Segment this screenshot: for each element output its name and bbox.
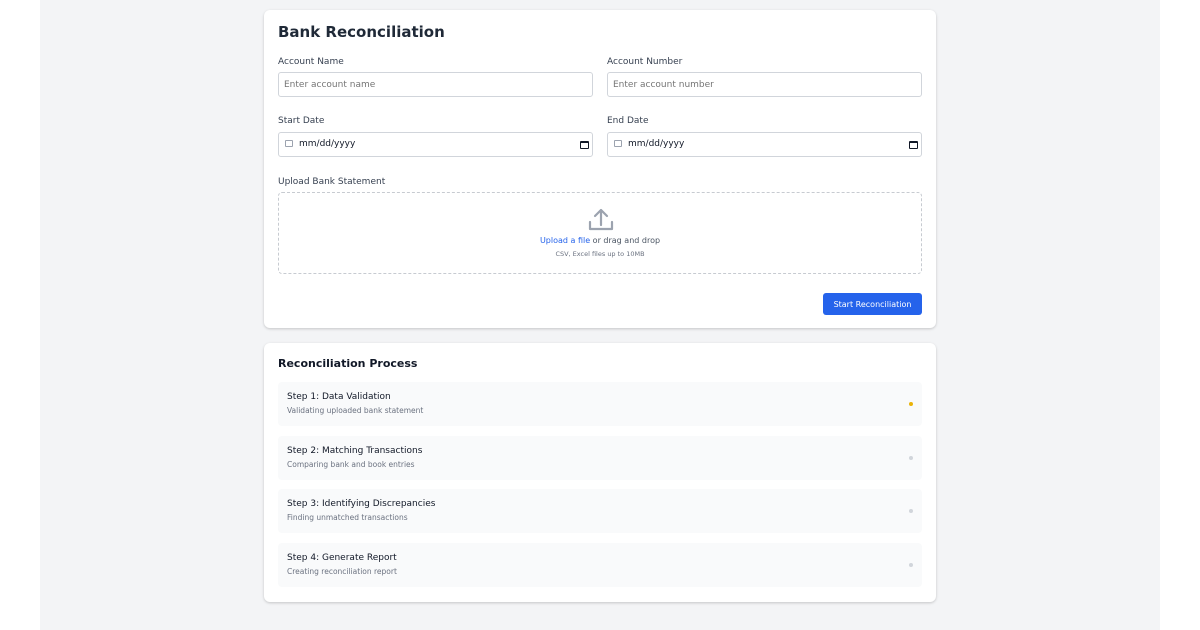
end-date-input[interactable]: mm/dd/yyyy bbox=[607, 132, 922, 157]
end-date-label: End Date bbox=[607, 116, 649, 126]
upload-label: Upload Bank Statement bbox=[278, 177, 386, 187]
account-number-input[interactable] bbox=[607, 72, 922, 97]
status-dot-icon bbox=[909, 563, 913, 567]
step-title: Step 4: Generate Report bbox=[287, 553, 397, 563]
start-reconciliation-button[interactable]: Start Reconciliation bbox=[823, 293, 922, 315]
calendar-picker-icon[interactable] bbox=[580, 141, 589, 149]
step-description: Creating reconciliation report bbox=[287, 567, 397, 576]
account-name-label: Account Name bbox=[278, 57, 344, 67]
upload-icon bbox=[588, 208, 614, 231]
reconciliation-process-card: Reconciliation Process Step 1: Data Vali… bbox=[264, 343, 936, 602]
drag-drop-text: or drag and drop bbox=[590, 236, 661, 245]
calendar-icon bbox=[614, 140, 622, 147]
account-number-label: Account Number bbox=[607, 57, 683, 67]
start-date-label: Start Date bbox=[278, 116, 325, 126]
step-title: Step 1: Data Validation bbox=[287, 392, 391, 402]
step-description: Validating uploaded bank statement bbox=[287, 406, 424, 415]
calendar-picker-icon[interactable] bbox=[909, 141, 918, 149]
status-dot-icon bbox=[909, 402, 913, 406]
account-name-input[interactable] bbox=[278, 72, 593, 97]
step-title: Step 3: Identifying Discrepancies bbox=[287, 499, 436, 509]
process-step: Step 1: Data Validation Validating uploa… bbox=[278, 382, 922, 426]
start-date-input[interactable]: mm/dd/yyyy bbox=[278, 132, 593, 157]
process-step: Step 4: Generate Report Creating reconci… bbox=[278, 543, 922, 587]
upload-instructions: Upload a file or drag and drop bbox=[279, 236, 921, 245]
process-step: Step 2: Matching Transactions Comparing … bbox=[278, 436, 922, 480]
process-step: Step 3: Identifying Discrepancies Findin… bbox=[278, 489, 922, 533]
upload-file-link[interactable]: Upload a file bbox=[540, 236, 590, 245]
step-description: Finding unmatched transactions bbox=[287, 513, 408, 522]
process-title: Reconciliation Process bbox=[278, 357, 418, 370]
file-dropzone[interactable]: Upload a file or drag and drop CSV, Exce… bbox=[278, 192, 922, 274]
form-title: Bank Reconciliation bbox=[278, 23, 445, 41]
start-date-value: mm/dd/yyyy bbox=[299, 139, 356, 149]
step-description: Comparing bank and book entries bbox=[287, 460, 415, 469]
status-dot-icon bbox=[909, 456, 913, 460]
calendar-icon bbox=[285, 140, 293, 147]
status-dot-icon bbox=[909, 509, 913, 513]
step-title: Step 2: Matching Transactions bbox=[287, 446, 423, 456]
upload-hint: CSV, Excel files up to 10MB bbox=[555, 250, 645, 258]
end-date-value: mm/dd/yyyy bbox=[628, 139, 685, 149]
reconciliation-form-card: Bank Reconciliation Account Name Account… bbox=[264, 10, 936, 328]
